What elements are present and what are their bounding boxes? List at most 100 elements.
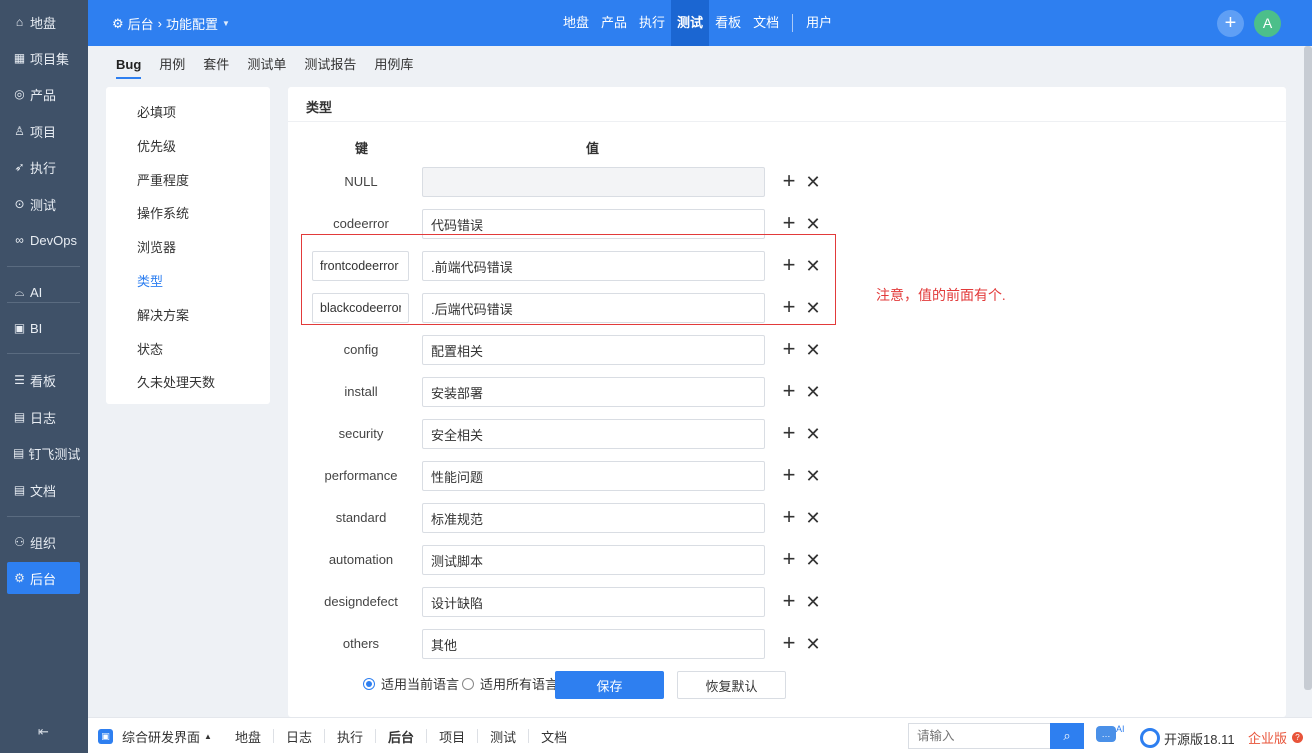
bottom-nav-item-4[interactable]: 项目 [427,727,477,746]
add-row-icon[interactable]: + [780,380,798,404]
config-menu-item-0[interactable]: 必填项 [137,102,176,121]
bottom-nav-item-2[interactable]: 执行 [325,727,375,746]
reset-default-button[interactable]: 恢复默认 [677,671,786,699]
workspace-label[interactable]: 综合研发界面 [122,727,200,746]
add-row-icon[interactable]: + [780,548,798,572]
add-row-icon[interactable]: + [780,212,798,236]
top-nav-item-3[interactable]: 测试 [671,0,710,46]
sidebar-item-6[interactable]: ∞ DevOps [7,224,80,256]
caret-down-icon[interactable]: ▼ [222,19,230,28]
add-row-icon[interactable]: + [780,632,798,656]
config-menu-item-1[interactable]: 优先级 [137,136,176,155]
value-input[interactable] [422,335,765,365]
search-input[interactable] [908,723,1050,749]
sidebar-item-10[interactable]: ▤ 日志 [7,401,80,433]
add-row-icon[interactable]: + [780,338,798,362]
delete-row-icon[interactable]: ✕ [804,506,822,530]
sidebar-item-0[interactable]: ⌂ 地盘 [7,6,80,38]
robot-icon: ⌓ [14,284,25,299]
sidebar-item-14[interactable]: ⚙ 后台 [7,562,80,594]
sidebar-item-13[interactable]: ⚇ 组织 [7,526,80,558]
breadcrumb-separator: › [157,16,163,31]
search-button[interactable]: ⌕ [1050,723,1084,749]
add-row-icon[interactable]: + [780,170,798,194]
value-input[interactable] [422,587,765,617]
caret-up-icon[interactable]: ▲ [204,732,212,741]
value-input[interactable] [422,629,765,659]
workspace-switcher[interactable]: ▣ 综合研发界面 ▲ [98,727,212,746]
value-input[interactable] [422,503,765,533]
breadcrumb-module[interactable]: 后台 [128,14,154,33]
top-nav-item-4[interactable]: 看板 [709,0,747,46]
enterprise-link[interactable]: 企业版 ? [1248,728,1304,747]
sub-tab-5[interactable]: 用例库 [374,46,413,84]
key-value-row: automation +✕ [288,545,1286,575]
sub-tab-1[interactable]: 用例 [159,46,185,84]
sidebar-item-11[interactable]: ▤ 钉飞测试 [7,437,80,469]
collapse-sidebar-icon[interactable]: ⇤ [38,724,49,740]
sidebar-item-7[interactable]: ⌓ AI [7,276,80,308]
radio-dot[interactable] [462,677,474,690]
sub-tab-2[interactable]: 套件 [203,46,229,84]
config-menu-item-5[interactable]: 类型 [137,271,163,290]
value-input[interactable] [422,545,765,575]
delete-row-icon[interactable]: ✕ [804,464,822,488]
top-nav-item-5[interactable]: 文档 [747,0,785,46]
breadcrumb-page[interactable]: 功能配置 [166,14,218,33]
ai-assistant-button[interactable]: … AI [1096,724,1125,742]
save-button[interactable]: 保存 [555,671,664,699]
top-nav-users[interactable]: 用户 [800,0,838,46]
radio-dot[interactable] [363,677,375,690]
bottom-nav-item-5[interactable]: 测试 [478,727,528,746]
add-row-icon[interactable]: + [780,590,798,614]
bottom-nav-item-1[interactable]: 日志 [274,727,324,746]
top-nav-item-1[interactable]: 产品 [595,0,633,46]
sub-tab-4[interactable]: 测试报告 [304,46,356,84]
top-nav-item-2[interactable]: 执行 [633,0,671,46]
value-input[interactable] [422,377,765,407]
config-menu-item-3[interactable]: 操作系统 [137,203,189,222]
value-input[interactable] [422,419,765,449]
add-row-icon[interactable]: + [780,464,798,488]
version-info[interactable]: 开源版18.11 [1140,728,1235,748]
delete-row-icon[interactable]: ✕ [804,212,822,236]
radio-all-languages[interactable]: 适用所有语言 [462,674,558,693]
top-nav-item-0[interactable]: 地盘 [557,0,595,46]
sub-tab-3[interactable]: 测试单 [247,46,286,84]
add-row-icon[interactable]: + [780,422,798,446]
sub-tab-0[interactable]: Bug [116,46,142,84]
value-input[interactable] [422,461,765,491]
config-menu-item-4[interactable]: 浏览器 [137,237,176,256]
sidebar-item-12[interactable]: ▤ 文档 [7,474,80,506]
delete-row-icon[interactable]: ✕ [804,590,822,614]
bottom-nav-item-0[interactable]: 地盘 [223,727,273,746]
sidebar-item-3[interactable]: ♙ 项目 [7,115,80,147]
delete-row-icon[interactable]: ✕ [804,632,822,656]
config-menu-item-2[interactable]: 严重程度 [137,170,189,189]
radio-current-language[interactable]: 适用当前语言 [363,674,459,693]
delete-row-icon[interactable]: ✕ [804,548,822,572]
main-nav: 地盘 产品 执行 测试 看板 文档 用户 [557,0,838,46]
sidebar-item-1[interactable]: ▦ 项目集 [7,42,80,74]
sidebar-item-2[interactable]: ◎ 产品 [7,78,80,110]
avatar[interactable]: A [1254,10,1281,37]
create-plus-button[interactable]: + [1217,10,1244,37]
sidebar-item-8[interactable]: ▣ BI [7,312,80,344]
sidebar-item-9[interactable]: ☰ 看板 [7,364,80,396]
sidebar-item-label: 执行 [30,160,57,176]
bottom-nav-item-6[interactable]: 文档 [529,727,579,746]
sidebar-item-5[interactable]: ⊙ 测试 [7,188,80,220]
bottom-nav-item-3[interactable]: 后台 [376,727,426,753]
sidebar-item-4[interactable]: ➶ 执行 [7,151,80,183]
config-menu-item-7[interactable]: 状态 [137,339,163,358]
add-row-icon[interactable]: + [780,506,798,530]
delete-row-icon[interactable]: ✕ [804,380,822,404]
config-menu-item-6[interactable]: 解决方案 [137,305,189,324]
delete-row-icon[interactable]: ✕ [804,422,822,446]
config-menu-item-8[interactable]: 久未处理天数 [137,372,215,391]
breadcrumb[interactable]: ⚙ 后台 › 功能配置 ▼ [112,14,230,33]
delete-row-icon[interactable]: ✕ [804,338,822,362]
delete-row-icon[interactable]: ✕ [804,170,822,194]
page-scrollbar[interactable] [1304,46,1312,690]
location-pin-icon: ◎ [14,86,25,101]
